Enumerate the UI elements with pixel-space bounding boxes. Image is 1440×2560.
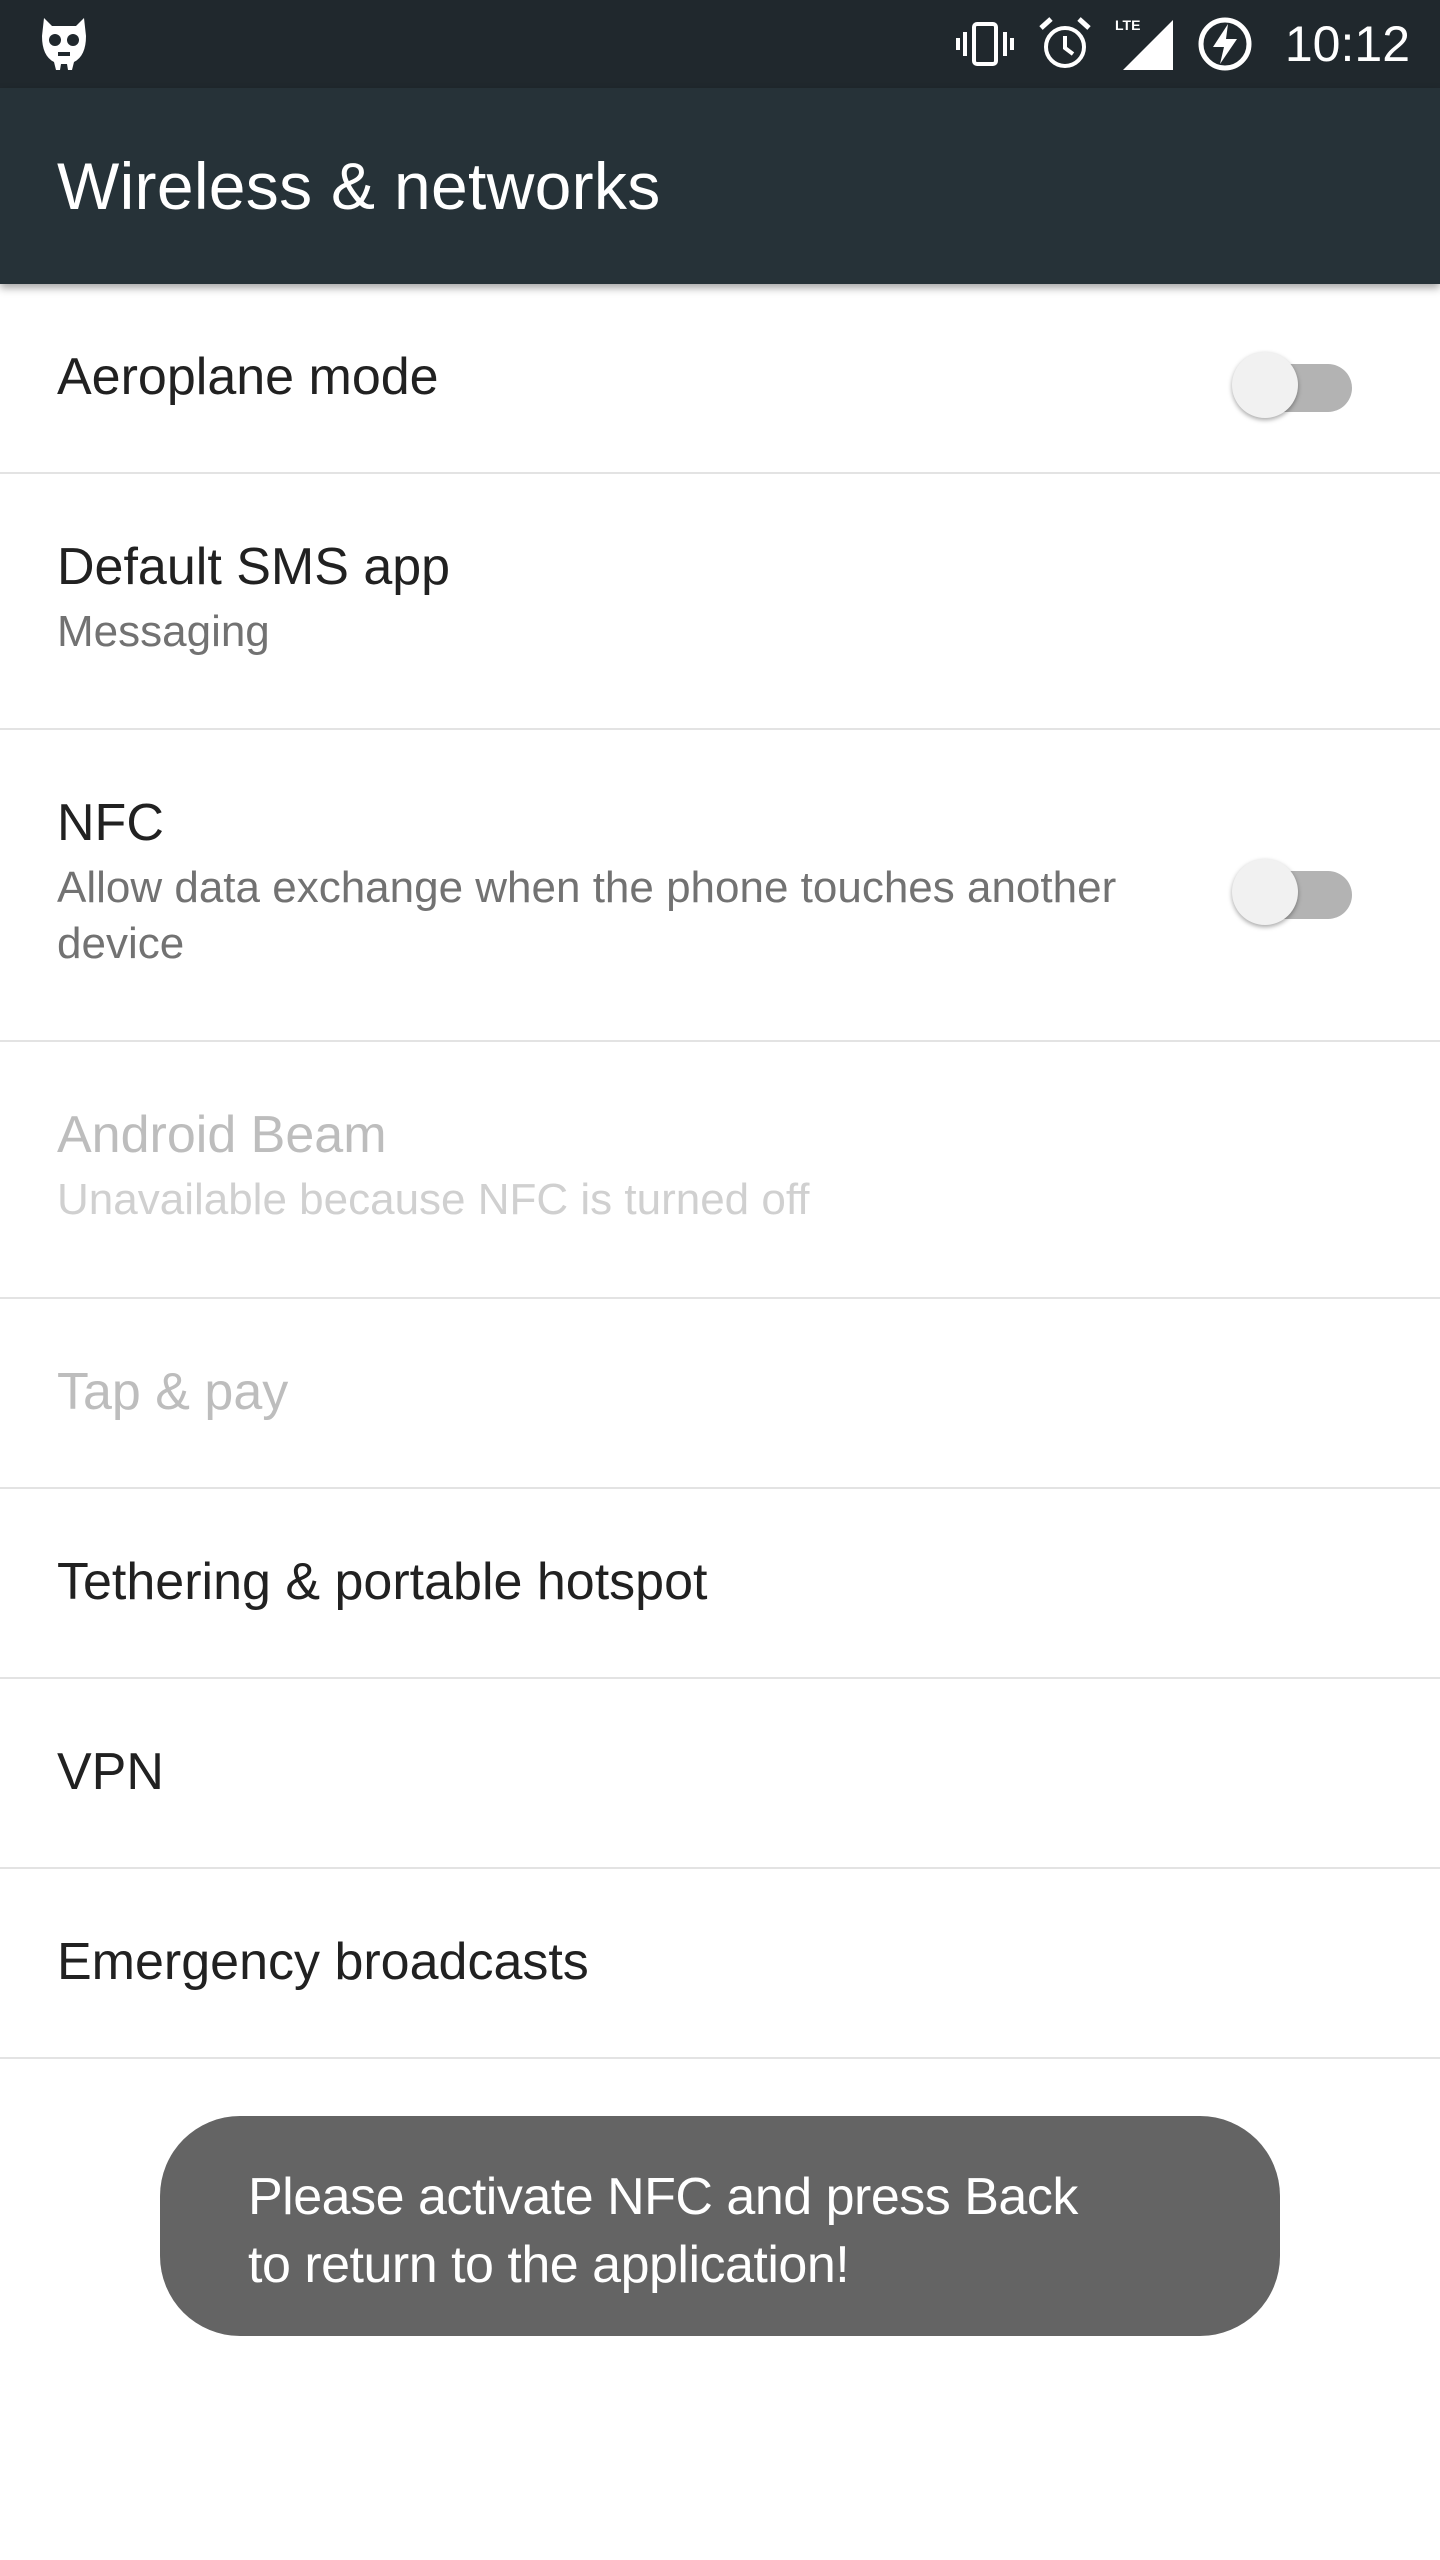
setting-title: Default SMS app [57, 538, 451, 596]
setting-aeroplane-mode[interactable]: Aeroplane mode [0, 284, 1440, 474]
status-bar: LTE 10:12 [0, 0, 1440, 88]
setting-tethering-hotspot[interactable]: Tethering & portable hotspot [0, 1489, 1440, 1679]
switch-thumb [1232, 352, 1298, 418]
switch-thumb [1232, 859, 1298, 925]
setting-summary: Messaging [57, 606, 270, 656]
battery-charging-icon [1198, 17, 1252, 71]
status-icons: LTE 10:12 [955, 0, 1410, 88]
setting-vpn[interactable]: VPN [0, 1679, 1440, 1869]
status-clock: 10:12 [1284, 16, 1410, 72]
setting-title: Aeroplane mode [57, 348, 439, 406]
aeroplane-mode-switch[interactable] [1232, 342, 1352, 418]
setting-nfc[interactable]: NFC Allow data exchange when the phone t… [0, 730, 1440, 1042]
toast-message: Please activate NFC and press Back to re… [160, 2116, 1280, 2336]
cyanogen-mascot-icon [42, 18, 86, 70]
setting-title: NFC [57, 794, 164, 852]
nfc-switch[interactable] [1232, 849, 1352, 925]
setting-title: VPN [57, 1743, 164, 1801]
setting-emergency-broadcasts[interactable]: Emergency broadcasts [0, 1869, 1440, 2059]
vibrate-icon [955, 22, 1014, 66]
setting-summary: Allow data exchange when the phone touch… [57, 862, 1117, 969]
lte-label: LTE [1115, 17, 1140, 33]
lte-signal-icon: LTE [1115, 17, 1173, 70]
setting-title: Emergency broadcasts [57, 1933, 589, 1991]
setting-title: Tap & pay [57, 1363, 289, 1421]
settings-list: Aeroplane mode Default SMS app Messaging… [0, 284, 1440, 2059]
app-bar: Wireless & networks [0, 88, 1440, 284]
setting-tap-and-pay: Tap & pay [0, 1299, 1440, 1489]
setting-title: Android Beam [57, 1106, 387, 1164]
page-title: Wireless & networks [57, 149, 661, 223]
setting-default-sms-app[interactable]: Default SMS app Messaging [0, 474, 1440, 730]
setting-summary: Unavailable because NFC is turned off [57, 1174, 810, 1224]
setting-android-beam: Android Beam Unavailable because NFC is … [0, 1042, 1440, 1299]
alarm-icon [1039, 17, 1091, 68]
setting-title: Tethering & portable hotspot [57, 1553, 708, 1611]
